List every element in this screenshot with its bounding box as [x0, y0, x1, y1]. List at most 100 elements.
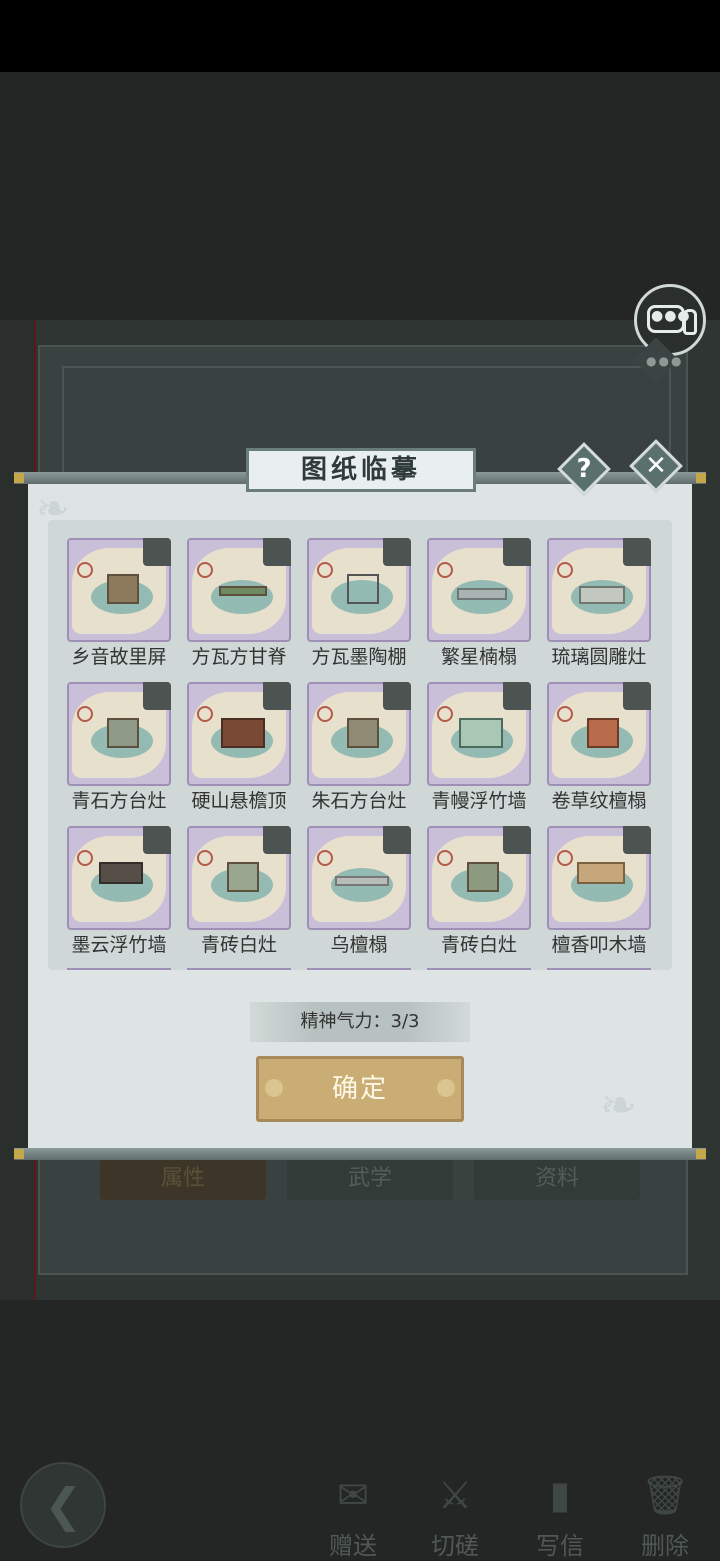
back-arrow-icon: ❮ [44, 1478, 83, 1532]
gift-button: ✉ 赠送 [308, 1470, 398, 1560]
stove-icon [467, 862, 499, 892]
lock-badge [143, 538, 171, 566]
blueprint-item[interactable]: 乌檀榻 [307, 826, 415, 960]
blueprint-card[interactable] [187, 538, 291, 642]
lock-badge [503, 826, 531, 854]
blueprint-card[interactable] [427, 538, 531, 642]
blueprint-card[interactable] [547, 538, 651, 642]
trash-icon: 🗑 [640, 1473, 690, 1517]
blueprint-name: 青砖白灶 [440, 934, 517, 956]
lock-badge [623, 682, 651, 710]
spar-button: ⚔ 切磋 [410, 1470, 500, 1560]
background-tabs: 属性 武学 资料 [100, 1158, 640, 1202]
blueprint-card[interactable] [547, 826, 651, 930]
delete-label: 删除 [641, 1532, 689, 1560]
lock-badge [143, 682, 171, 710]
tab-attributes: 属性 [100, 1158, 266, 1200]
blueprint-item[interactable]: 青石方台灶 [67, 682, 175, 816]
seal-icon [437, 706, 453, 722]
bamboo-decoration-icon: ❧ [600, 1080, 637, 1131]
sword-icon: ⚔ [437, 1473, 473, 1517]
seal-icon [317, 706, 333, 722]
blueprint-name: 朱石方台灶 [311, 790, 407, 812]
screen-icon [107, 574, 139, 604]
blueprint-name: 乡音故里屏 [71, 646, 167, 668]
seal-icon [557, 706, 573, 722]
seal-icon [77, 562, 93, 578]
seal-icon [557, 562, 573, 578]
blueprint-item[interactable]: 繁星楠榻 [427, 538, 535, 672]
question-icon: ? [576, 454, 592, 484]
blueprint-item[interactable]: 卷草纹檀榻 [547, 682, 655, 816]
blueprint-item[interactable]: 方瓦墨陶棚 [307, 538, 415, 672]
lock-badge [623, 826, 651, 854]
blueprint-name: 乌檀榻 [330, 934, 388, 956]
blueprint-card[interactable] [187, 826, 291, 930]
dialog-title: 图纸临摹 [300, 455, 421, 485]
blueprint-card[interactable] [307, 682, 411, 786]
flower-ornament-icon [437, 1079, 455, 1097]
energy-status: 精神气力：3/3 [250, 1002, 470, 1042]
blueprint-item[interactable]: 琉璃圆雕灶 [547, 538, 655, 672]
rod-cap [696, 473, 706, 483]
dots-icon: ●●● [646, 354, 684, 368]
blueprint-card[interactable] [547, 682, 651, 786]
blueprint-item[interactable]: 青砖白灶 [427, 826, 535, 960]
blueprint-card[interactable] [427, 826, 531, 930]
lock-badge [263, 826, 291, 854]
scroll-rod-bottom [14, 1148, 706, 1160]
seal-icon [557, 850, 573, 866]
blueprint-card[interactable] [67, 682, 171, 786]
rod-cap [14, 473, 24, 483]
rod-cap [696, 1149, 706, 1159]
blueprint-name: 青幔浮竹墙 [431, 790, 527, 812]
blueprint-item[interactable]: 硬山悬檐顶 [187, 682, 295, 816]
lock-badge [383, 682, 411, 710]
stove-icon [347, 718, 379, 748]
blueprint-name: 方瓦方甘脊 [191, 646, 287, 668]
blueprint-grid[interactable]: 乡音故里屏 方瓦方甘脊 方瓦墨陶棚 繁星楠榻 琉璃圆雕灶 青石方台灶 硬山悬檐顶… [48, 520, 672, 970]
blueprint-card[interactable] [187, 682, 291, 786]
seal-icon [77, 850, 93, 866]
blueprint-name: 青砖白灶 [200, 934, 277, 956]
blueprint-card[interactable] [307, 538, 411, 642]
blueprint-card[interactable] [67, 538, 171, 642]
dialog-title-plaque: 图纸临摹 [246, 448, 476, 492]
confirm-button[interactable]: 确定 [256, 1056, 464, 1122]
blueprint-name: 方瓦墨陶棚 [311, 646, 407, 668]
pavilion-icon [221, 718, 265, 748]
blueprint-item[interactable]: 青幔浮竹墙 [427, 682, 535, 816]
more-button: ●●● [630, 337, 684, 383]
bed-icon [457, 588, 507, 600]
lock-badge [623, 538, 651, 566]
blueprint-name: 墨云浮竹墙 [71, 934, 167, 956]
blueprint-name: 硬山悬檐顶 [191, 790, 287, 812]
write-letter-label: 写信 [536, 1532, 584, 1560]
blueprint-name: 檀香叩木墙 [551, 934, 647, 956]
stove-icon [107, 718, 139, 748]
lock-badge [383, 538, 411, 566]
blueprint-item[interactable]: 朱石方台灶 [307, 682, 415, 816]
letter-icon: ▮ [549, 1473, 571, 1517]
seal-icon [317, 562, 333, 578]
flower-ornament-icon [265, 1079, 283, 1097]
seal-icon [437, 562, 453, 578]
confirm-label: 确定 [331, 1074, 388, 1104]
blueprint-item[interactable]: 乡音故里屏 [67, 538, 175, 672]
stove-icon [579, 586, 625, 604]
lock-badge [503, 538, 531, 566]
pergola-icon [347, 574, 379, 604]
blueprint-item[interactable]: 青砖白灶 [187, 826, 295, 960]
blueprint-item[interactable]: 方瓦方甘脊 [187, 538, 295, 672]
lock-badge [503, 682, 531, 710]
blueprint-card[interactable] [307, 826, 411, 930]
blueprint-card[interactable] [427, 682, 531, 786]
blueprint-item[interactable]: 墨云浮竹墙 [67, 826, 175, 960]
blueprint-card[interactable] [67, 826, 171, 930]
blueprint-name: 青石方台灶 [71, 790, 167, 812]
blueprint-name: 琉璃圆雕灶 [551, 646, 647, 668]
blueprint-item[interactable]: 檀香叩木墙 [547, 826, 655, 960]
stove-icon [227, 862, 259, 892]
seal-icon [437, 850, 453, 866]
seal-icon [317, 850, 333, 866]
